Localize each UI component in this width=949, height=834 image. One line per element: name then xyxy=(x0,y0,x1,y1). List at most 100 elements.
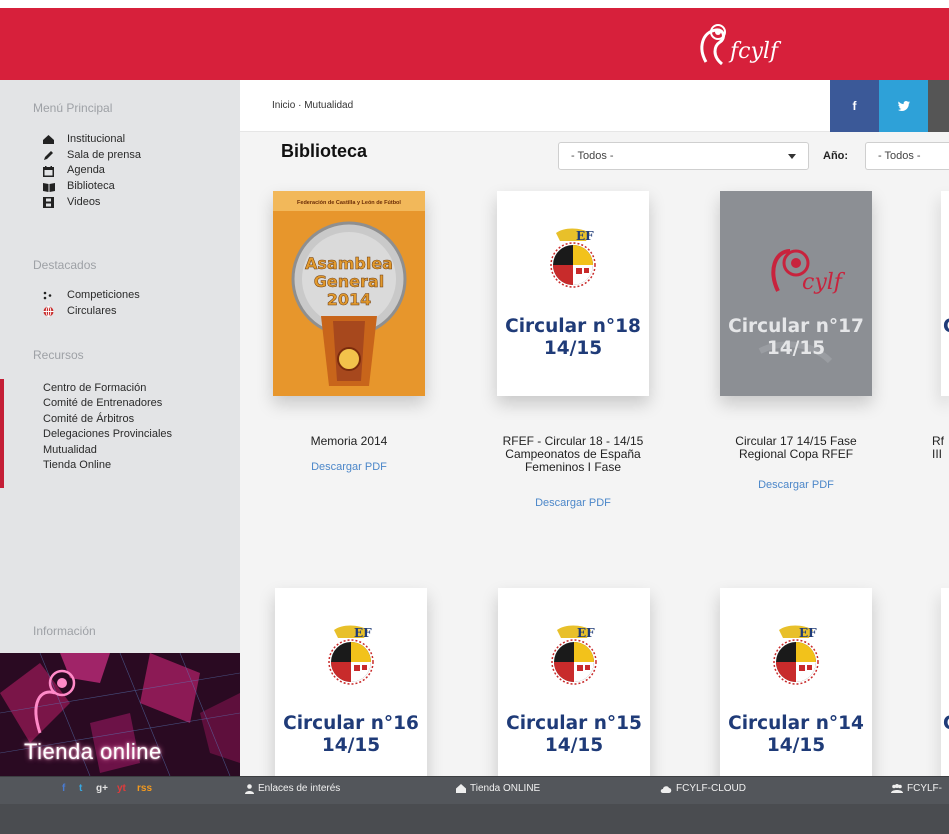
footer-link-fcylf[interactable]: FCYLF- xyxy=(891,783,942,794)
card-title-line: Femeninos I Fase xyxy=(524,460,622,474)
footer-link-bar: f t g+ yt rss Enlaces de interés Tienda … xyxy=(0,776,949,804)
person-icon xyxy=(245,783,254,794)
sidebar-item-videos[interactable]: Videos xyxy=(43,195,141,211)
cover-title-line: 14/15 xyxy=(766,735,826,756)
rfef-crest-icon: EF xyxy=(773,625,819,685)
breadcrumb[interactable]: Inicio · Mutualidad xyxy=(272,100,353,111)
card-cover-circular-14[interactable]: EF Circular n°14 14/15 xyxy=(720,588,872,793)
youtube-icon[interactable]: yt xyxy=(117,783,126,794)
sidebar-item-circulares[interactable]: Circulares xyxy=(43,304,140,320)
svg-text:EF: EF xyxy=(576,229,594,243)
svg-text:Asamblea: Asamblea xyxy=(305,254,393,273)
chevron-down-icon xyxy=(788,154,796,159)
footer-link-label: Enlaces de interés xyxy=(258,783,341,794)
sidebar-item-label: Sala de prensa xyxy=(67,148,141,161)
twitter-icon[interactable]: t xyxy=(79,783,82,794)
svg-text:cylf: cylf xyxy=(802,270,846,295)
book-icon xyxy=(43,182,59,192)
facebook-icon[interactable]: f xyxy=(62,783,65,794)
footer-link-enlaces[interactable]: Enlaces de interés xyxy=(245,783,340,794)
cover-title: Circular n°18 14/15 xyxy=(497,316,649,360)
card-cover-partial[interactable]: C xyxy=(941,588,949,793)
sidebar-item-comite-entrenadores[interactable]: Comité de Entrenadores xyxy=(43,396,172,411)
year-filter-value: - Todos - xyxy=(878,150,921,162)
calendar-icon xyxy=(43,165,59,177)
sidebar-item-comite-arbitros[interactable]: Comité de Árbitros xyxy=(43,412,172,427)
footer-link-cloud[interactable]: FCYLF-CLOUD xyxy=(660,783,746,794)
download-pdf-link[interactable]: Descargar PDF xyxy=(254,461,444,473)
svg-text:General: General xyxy=(314,272,384,291)
cover-title: Circular n°17 14/15 xyxy=(720,316,872,360)
informacion-title: Información xyxy=(33,624,96,638)
svg-text:EF: EF xyxy=(577,626,595,640)
sidebar-item-institucional[interactable]: Institucional xyxy=(43,132,141,148)
cover-title: C xyxy=(943,713,949,735)
card-cover-circular-17[interactable]: cylf Circular n°17 14/15 xyxy=(720,191,872,396)
top-header: fcylf xyxy=(0,8,949,80)
twitter-icon xyxy=(897,101,910,111)
sidebar-item-label: Videos xyxy=(67,195,101,208)
sidebar-item-centro-formacion[interactable]: Centro de Formación xyxy=(43,381,172,396)
globe-icon xyxy=(43,306,59,317)
card-cover-circular-15[interactable]: EF Circular n°15 14/15 xyxy=(498,588,650,793)
more-share-button[interactable] xyxy=(928,80,949,132)
card-cover-circular-16[interactable]: EF Circular n°16 14/15 xyxy=(275,588,427,793)
cloud-icon xyxy=(660,785,672,793)
institution-icon xyxy=(43,135,59,145)
sidebar-item-tienda-online[interactable]: Tienda Online xyxy=(43,458,172,473)
sidebar-item-sala-de-prensa[interactable]: Sala de prensa xyxy=(43,148,141,164)
pen-icon xyxy=(43,150,59,161)
cover-title-line: Circular n°17 xyxy=(728,316,864,337)
cover-title-line: Circular n°15 xyxy=(506,713,642,734)
group-icon xyxy=(891,784,903,793)
svg-text:fcylf: fcylf xyxy=(728,39,782,64)
cover-title: C xyxy=(943,316,949,338)
rfef-crest-icon: EF xyxy=(550,228,596,288)
category-filter-select[interactable]: - Todos - xyxy=(558,142,809,170)
googleplus-icon[interactable]: g+ xyxy=(96,783,108,794)
sidebar: Menú Principal Institucional Sala de pre… xyxy=(0,80,240,776)
download-pdf-link[interactable]: Descargar PDF xyxy=(701,479,891,491)
tienda-banner-text: Tienda online xyxy=(24,739,162,764)
sidebar-item-agenda[interactable]: Agenda xyxy=(43,163,141,179)
footer-link-tienda[interactable]: Tienda ONLINE xyxy=(456,783,540,794)
sidebar-item-competiciones[interactable]: Competiciones xyxy=(43,288,140,304)
rfef-crest-icon: EF xyxy=(328,625,374,685)
menu-principal-title: Menú Principal xyxy=(33,101,113,115)
sidebar-item-mutualidad[interactable]: Mutualidad xyxy=(43,443,172,458)
sidebar-item-biblioteca[interactable]: Biblioteca xyxy=(43,179,141,195)
cover-title: Circular n°15 14/15 xyxy=(498,713,650,757)
cover-title-line: Circular n°18 xyxy=(505,316,641,337)
card-title[interactable]: Memoria 2014 xyxy=(254,435,444,448)
download-pdf-link[interactable]: Descargar PDF xyxy=(478,497,668,509)
rss-icon[interactable]: rss xyxy=(137,783,152,794)
competition-icon xyxy=(43,291,59,301)
card-title[interactable]: Circular 17 14/15 Fase Regional Copa RFE… xyxy=(701,435,891,461)
card-cover-memoria-2014[interactable]: Federación de Castilla y León de Fútbol … xyxy=(273,191,425,396)
sidebar-item-delegaciones[interactable]: Delegaciones Provinciales xyxy=(43,427,172,442)
card-title-partial[interactable]: Rf III xyxy=(932,435,944,461)
sidebar-item-label: Circulares xyxy=(67,304,117,317)
active-section-marker xyxy=(0,379,4,488)
resources-menu: Centro de Formación Comité de Entrenador… xyxy=(43,381,172,473)
footer-link-label: Tienda ONLINE xyxy=(470,783,541,794)
footer-link-label: FCYLF- xyxy=(907,783,942,794)
year-filter-select[interactable]: - Todos - xyxy=(865,142,949,170)
twitter-share-button[interactable] xyxy=(879,80,928,132)
sidebar-item-label: Biblioteca xyxy=(67,180,115,193)
home-icon xyxy=(456,784,466,793)
fcylf-logo[interactable]: fcylf xyxy=(692,18,784,70)
facebook-share-button[interactable]: f xyxy=(830,80,879,132)
tienda-online-banner[interactable]: Tienda online xyxy=(0,653,240,776)
cover-title-line: 14/15 xyxy=(543,338,603,359)
svg-text:2014: 2014 xyxy=(327,290,372,309)
card-title-line: III xyxy=(932,447,943,461)
breadcrumb-bar: Inicio · Mutualidad f xyxy=(240,80,949,132)
card-title[interactable]: RFEF - Circular 18 - 14/15 Campeonatos d… xyxy=(478,435,668,474)
card-cover-partial[interactable]: C xyxy=(941,191,949,396)
card-title-line: Regional Copa RFEF xyxy=(738,447,854,461)
main-content: Inicio · Mutualidad f Biblioteca - Todos… xyxy=(240,80,949,793)
fcylf-watermark-graphic: cylf xyxy=(758,249,846,364)
card-title-line: Memoria 2014 xyxy=(310,434,388,448)
card-cover-circular-18[interactable]: EF Circular n°18 14/15 xyxy=(497,191,649,396)
